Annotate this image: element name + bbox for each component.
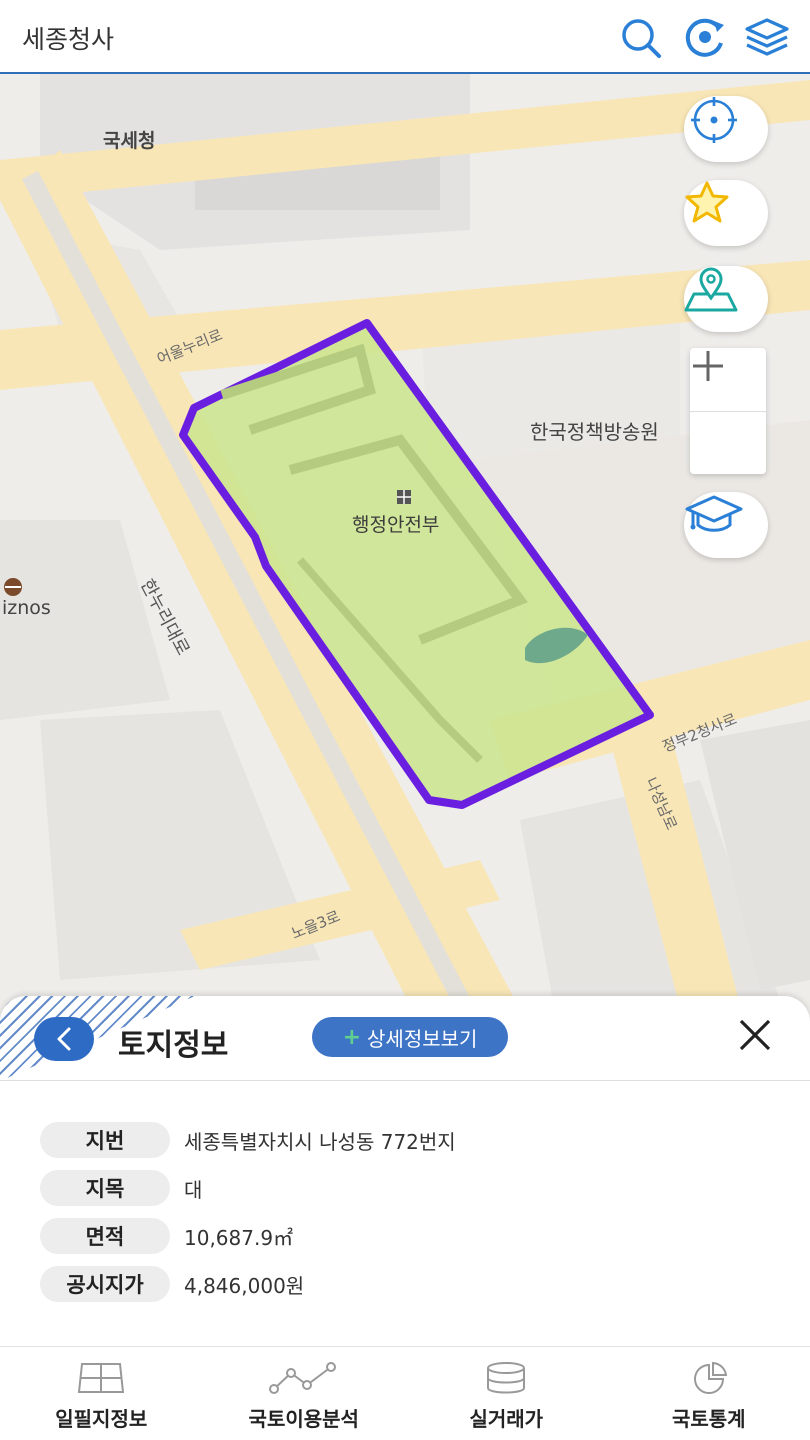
- nav-item-land-use-analysis[interactable]: 국토이용분석: [203, 1347, 406, 1440]
- minus-icon: [693, 364, 723, 368]
- nav-label: 실거래가: [469, 1407, 544, 1431]
- app-header: 세종청사: [0, 0, 810, 74]
- current-location-button[interactable]: [684, 96, 768, 162]
- info-value: 4,846,000원: [184, 1273, 305, 1298]
- nav-label: 일필지정보: [55, 1407, 148, 1431]
- info-label: 공시지가: [40, 1266, 170, 1302]
- nav-item-transaction-price[interactable]: 실거래가: [405, 1347, 608, 1440]
- nav-label: 국토통계: [671, 1407, 746, 1431]
- info-label: 면적: [40, 1218, 170, 1254]
- info-row-lot-number: 지번 세종특별자치시 나성동 772번지: [40, 1122, 456, 1158]
- info-row-official-price: 공시지가 4,846,000원: [40, 1266, 456, 1302]
- education-button[interactable]: [684, 492, 768, 558]
- page-title: 세종청사: [22, 25, 115, 54]
- star-icon: [685, 181, 729, 223]
- info-row-land-category: 지목 대: [40, 1170, 456, 1206]
- detail-info-button[interactable]: + 상세정보보기: [312, 1017, 508, 1057]
- search-icon[interactable]: [617, 14, 665, 62]
- info-row-area: 면적 10,687.9㎡: [40, 1218, 456, 1254]
- back-button[interactable]: [34, 1017, 94, 1061]
- nav-label: 국토이용분석: [248, 1407, 359, 1431]
- line-graph-icon: [268, 1362, 336, 1394]
- database-icon: [487, 1362, 526, 1394]
- map-label-ministry: 행정안전부: [352, 514, 440, 536]
- info-value: 대: [184, 1177, 203, 1202]
- map-location-button[interactable]: [684, 266, 768, 332]
- favorite-button[interactable]: [684, 180, 768, 246]
- map-pin-icon: [684, 267, 738, 312]
- pie-chart-icon: [693, 1361, 727, 1394]
- info-label: 지목: [40, 1170, 170, 1206]
- map-label-national-tax-service: 국세청: [103, 130, 156, 152]
- close-icon: [739, 1019, 771, 1051]
- graduation-cap-icon: [685, 495, 743, 532]
- plus-icon: +: [342, 1024, 362, 1050]
- grid-icon: [78, 1363, 125, 1393]
- info-value: 세종특별자치시 나성동 772번지: [184, 1129, 456, 1154]
- land-info-table: 지번 세종특별자치시 나성동 772번지 지목 대 면적 10,687.9㎡ 공…: [40, 1122, 456, 1314]
- zoom-control: [690, 348, 766, 474]
- map-label-place: iznos: [2, 597, 51, 619]
- detail-info-label: 상세정보보기: [367, 1026, 478, 1051]
- nav-item-parcel-info[interactable]: 일필지정보: [0, 1347, 203, 1440]
- bottom-nav: 일필지정보 국토이용분석 실거래가 국토통계: [0, 1346, 810, 1440]
- info-label: 지번: [40, 1122, 170, 1158]
- close-button[interactable]: [732, 1012, 778, 1058]
- crosshair-icon: [691, 97, 737, 143]
- zoom-out-button[interactable]: [690, 364, 766, 474]
- location-refresh-icon[interactable]: [681, 14, 729, 62]
- panel-title: 토지정보: [118, 1028, 229, 1063]
- land-info-panel: 토지정보 + 상세정보보기 지번 세종특별자치시 나성동 772번지 지목 대 …: [0, 996, 810, 1346]
- info-value: 10,687.9㎡: [184, 1225, 294, 1250]
- panel-header: 토지정보 + 상세정보보기: [0, 996, 810, 1081]
- map-label-policy-broadcasting: 한국정책방송원: [530, 420, 659, 444]
- nav-item-land-statistics[interactable]: 국토통계: [608, 1347, 810, 1440]
- map-view[interactable]: 국세청 한국정책방송원 행정안전부 iznos 어울누리로 한누리대로 정부2청…: [0, 74, 810, 1084]
- chevron-left-icon: [57, 1027, 71, 1051]
- layers-icon[interactable]: [743, 14, 791, 62]
